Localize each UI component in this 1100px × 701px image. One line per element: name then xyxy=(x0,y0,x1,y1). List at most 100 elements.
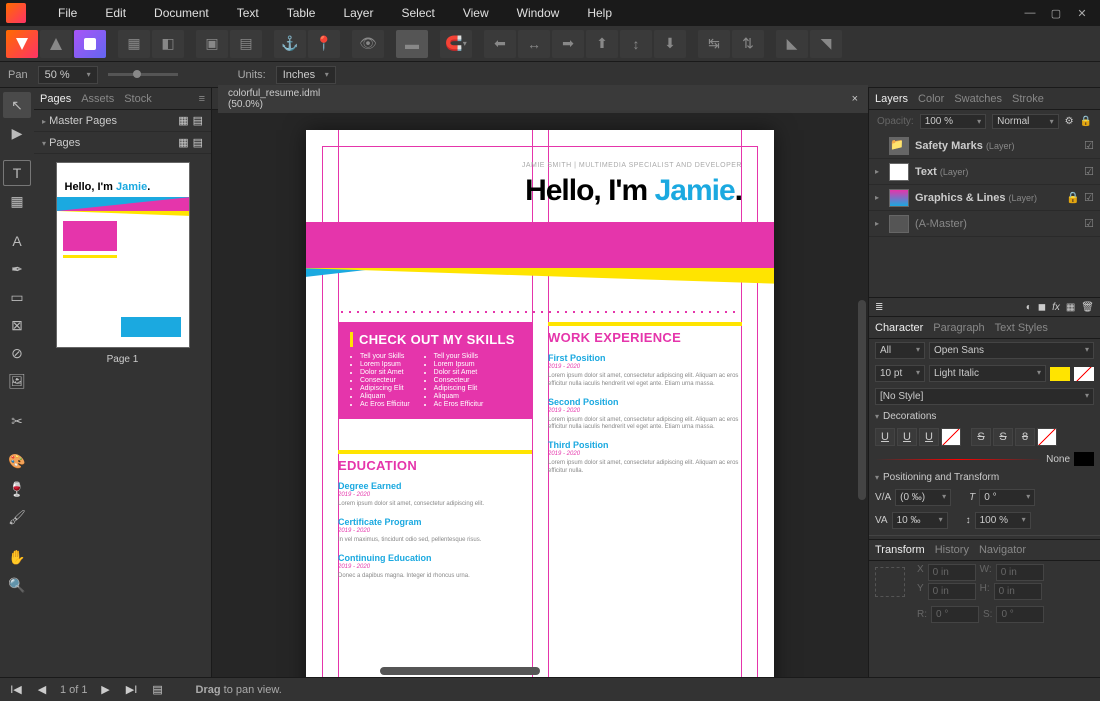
font-style-dropdown[interactable]: Light Italic▾ xyxy=(929,365,1046,382)
add-layer-icon[interactable]: ▦ xyxy=(1066,302,1075,313)
visibility-check-icon[interactable]: ☑ xyxy=(1084,217,1094,230)
align-bottom-icon[interactable]: ⬇ xyxy=(654,30,686,58)
skew-input[interactable]: 0 °▾ xyxy=(979,489,1035,506)
last-page-button[interactable]: ▶I xyxy=(124,683,140,696)
rectangle-tool[interactable]: ▭ xyxy=(3,284,31,310)
autoflow-icon[interactable]: ▤ xyxy=(150,683,166,696)
tab-stroke[interactable]: Stroke xyxy=(1012,93,1044,105)
transparency-tool[interactable]: 🍷 xyxy=(3,476,31,502)
pen-tool[interactable]: ✒ xyxy=(3,256,31,282)
master-add-icon[interactable]: ▦ xyxy=(178,114,188,127)
page-add-icon[interactable]: ▦ xyxy=(178,136,188,149)
y-input[interactable]: 0 in xyxy=(928,583,976,600)
page-opts-icon[interactable]: ▤ xyxy=(193,136,203,149)
zoom-dropdown[interactable]: 50 %▾ xyxy=(38,66,98,84)
units-dropdown[interactable]: Inches▾ xyxy=(276,66,336,84)
pages-section-label[interactable]: Pages xyxy=(49,137,80,149)
frame-text-tool[interactable]: T xyxy=(3,160,31,186)
minimize-button[interactable]: — xyxy=(1024,7,1036,20)
baseline-icon[interactable]: ▬ xyxy=(396,30,428,58)
tracking-input[interactable]: (0 ‰)▾ xyxy=(895,489,951,506)
underline-icon[interactable]: U xyxy=(875,428,895,446)
text-color-swatch[interactable] xyxy=(1050,367,1070,381)
strike2-icon[interactable]: S xyxy=(993,428,1013,446)
place-image-tool[interactable]: 🖼 xyxy=(3,368,31,394)
tab-layers[interactable]: Layers xyxy=(875,93,908,105)
layer-safety-marks[interactable]: 📁 Safety Marks (Layer) ☑ xyxy=(869,133,1100,159)
distribute-h-icon[interactable]: ↹ xyxy=(698,30,730,58)
persona-designer[interactable] xyxy=(40,30,72,58)
strike3-icon[interactable]: 8 xyxy=(1015,428,1035,446)
align-center-v-icon[interactable]: ↕ xyxy=(620,30,652,58)
visibility-check-icon[interactable]: ☑ xyxy=(1084,139,1094,152)
vertical-scrollbar[interactable] xyxy=(858,300,866,500)
h-input[interactable]: 0 in xyxy=(994,583,1042,600)
move-back-icon[interactable]: ◣ xyxy=(776,30,808,58)
underline3-icon[interactable]: U xyxy=(919,428,939,446)
page-1-thumbnail[interactable]: Hello, I'm Jamie. Page 1 xyxy=(56,162,190,365)
x-input[interactable]: 0 in xyxy=(928,564,976,581)
align-top-icon[interactable]: ⬆ xyxy=(586,30,618,58)
tab-pages[interactable]: Pages xyxy=(40,93,71,105)
maximize-button[interactable]: ▢ xyxy=(1050,7,1062,20)
menu-document[interactable]: Document xyxy=(140,6,223,20)
document-icon[interactable]: ▦ xyxy=(118,30,150,58)
tab-character[interactable]: Character xyxy=(875,322,923,334)
crop-tool[interactable]: ✂ xyxy=(3,408,31,434)
persona-photo[interactable] xyxy=(74,30,106,58)
menu-help[interactable]: Help xyxy=(573,6,626,20)
tab-navigator[interactable]: Navigator xyxy=(979,544,1026,556)
align-left-icon[interactable]: ⬅ xyxy=(484,30,516,58)
layer-master[interactable]: ▸ (A-Master) ☑ xyxy=(869,211,1100,237)
lock-icon[interactable]: 🔒 xyxy=(1080,116,1092,127)
char-style-dropdown[interactable]: [No Style]▾ xyxy=(875,388,1094,405)
scale-input[interactable]: 100 %▾ xyxy=(975,512,1031,529)
deco-color-swatch[interactable] xyxy=(1074,452,1094,466)
strike-icon[interactable]: S xyxy=(971,428,991,446)
menu-table[interactable]: Table xyxy=(273,6,330,20)
anchor-grid[interactable] xyxy=(875,567,905,597)
zoom-tool[interactable]: 🔍 xyxy=(3,572,31,598)
font-family-dropdown[interactable]: Open Sans▾ xyxy=(929,342,1094,359)
menu-window[interactable]: Window xyxy=(503,6,574,20)
fill-tool[interactable]: 🎨 xyxy=(3,448,31,474)
menu-select[interactable]: Select xyxy=(387,6,448,20)
tab-transform[interactable]: Transform xyxy=(875,544,925,556)
shape-tool[interactable]: ⊘ xyxy=(3,340,31,366)
r-input[interactable]: 0 ° xyxy=(931,606,979,623)
visibility-check-icon[interactable]: ☑ xyxy=(1084,191,1094,204)
gear-icon[interactable]: ⚙ xyxy=(1065,116,1074,127)
blend-dropdown[interactable]: Normal▾ xyxy=(992,114,1058,129)
tab-color[interactable]: Color xyxy=(918,93,944,105)
tab-text-styles[interactable]: Text Styles xyxy=(995,322,1048,334)
tab-paragraph[interactable]: Paragraph xyxy=(933,322,984,334)
s-input[interactable]: 0 ° xyxy=(996,606,1044,623)
w-input[interactable]: 0 in xyxy=(996,564,1044,581)
artistic-text-tool[interactable]: A xyxy=(3,228,31,254)
baseline-input[interactable]: 10 ‰▾ xyxy=(892,512,948,529)
document-tab[interactable]: colorful_resume.idml (50.0%) × xyxy=(218,85,868,113)
lock-icon[interactable]: 🔒 xyxy=(1066,191,1080,204)
image-frame-icon[interactable]: ▣ xyxy=(196,30,228,58)
tab-history[interactable]: History xyxy=(935,544,969,556)
layers-stack-icon[interactable]: ≣ xyxy=(875,302,883,313)
vector-brush-tool[interactable]: 🖌 xyxy=(3,504,31,530)
picture-frame-tool[interactable]: ⊠ xyxy=(3,312,31,338)
fx-icon[interactable]: fx xyxy=(1052,302,1060,313)
menu-view[interactable]: View xyxy=(449,6,503,20)
distribute-v-icon[interactable]: ⇅ xyxy=(732,30,764,58)
prefs-icon[interactable]: ◧ xyxy=(152,30,184,58)
close-tab-icon[interactable]: × xyxy=(852,93,858,105)
layer-text[interactable]: ▸ Text (Layer) ☑ xyxy=(869,159,1100,185)
adj-icon[interactable]: ◐ xyxy=(1026,302,1032,313)
no-underline-icon[interactable] xyxy=(941,428,961,446)
node-tool[interactable]: ▶ xyxy=(3,120,31,146)
move-tool[interactable]: ↖ xyxy=(3,92,31,118)
font-size-dropdown[interactable]: 10 pt▾ xyxy=(875,365,925,382)
snap-icon[interactable]: 🧲▾ xyxy=(440,30,472,58)
anchor-icon[interactable]: ⚓ xyxy=(274,30,306,58)
menu-text[interactable]: Text xyxy=(223,6,273,20)
layers-icon[interactable]: ▤ xyxy=(230,30,262,58)
preview-icon[interactable]: 👁 xyxy=(352,30,384,58)
next-page-button[interactable]: ▶ xyxy=(98,683,114,696)
